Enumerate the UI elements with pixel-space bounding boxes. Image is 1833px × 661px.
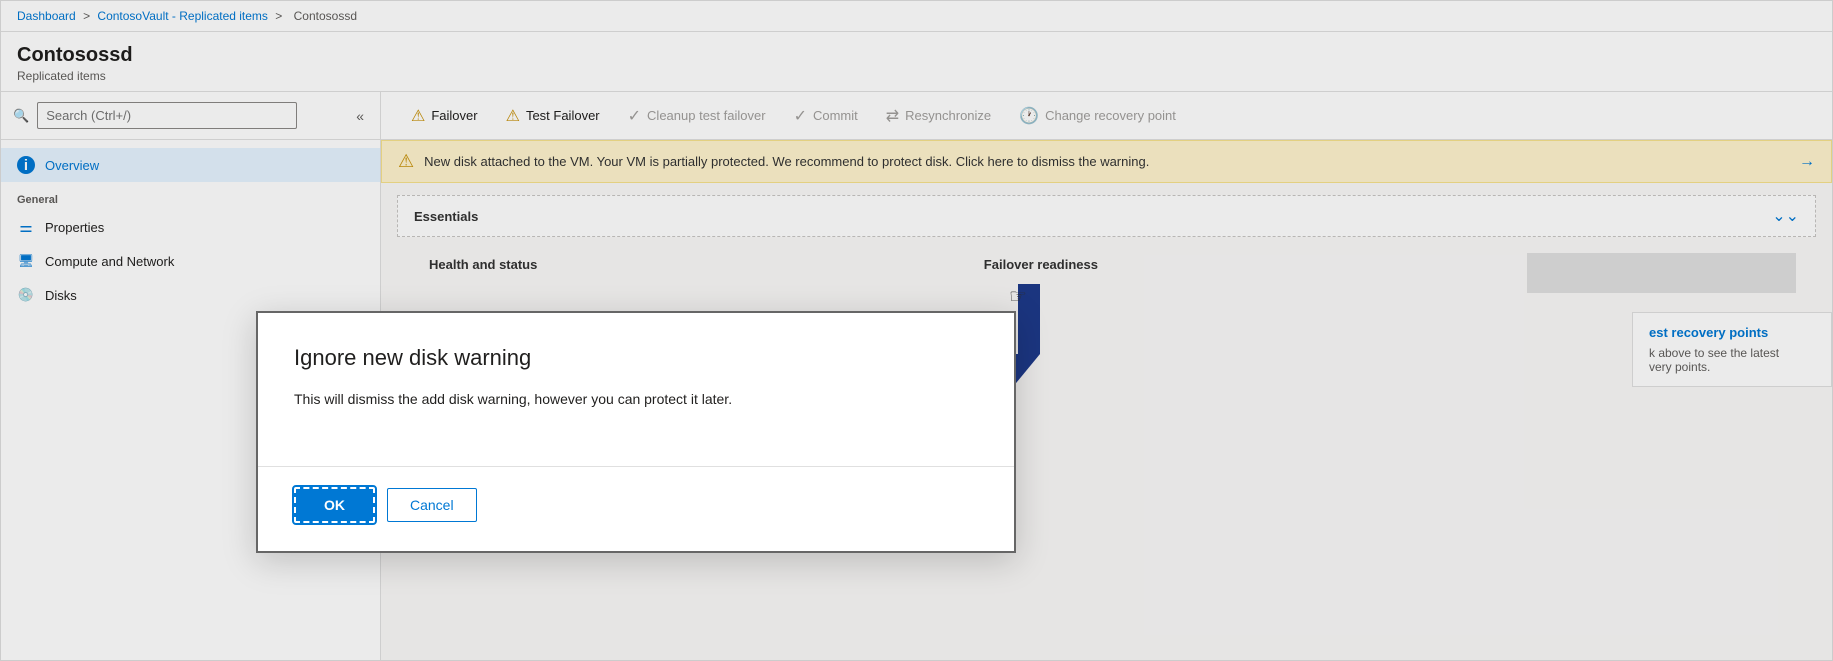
cancel-button[interactable]: Cancel (387, 488, 477, 522)
modal-title: Ignore new disk warning (294, 345, 978, 371)
modal-divider (258, 466, 1014, 467)
modal-footer: OK Cancel (258, 487, 1014, 551)
modal-body: Ignore new disk warning This will dismis… (258, 313, 1014, 466)
modal-description: This will dismiss the add disk warning, … (294, 389, 978, 410)
modal-overlay: Ignore new disk warning This will dismis… (1, 1, 1832, 660)
page-wrapper: Dashboard > ContosoVault - Replicated it… (0, 0, 1833, 661)
ok-button[interactable]: OK (294, 487, 375, 523)
modal-dialog: Ignore new disk warning This will dismis… (256, 311, 1016, 553)
